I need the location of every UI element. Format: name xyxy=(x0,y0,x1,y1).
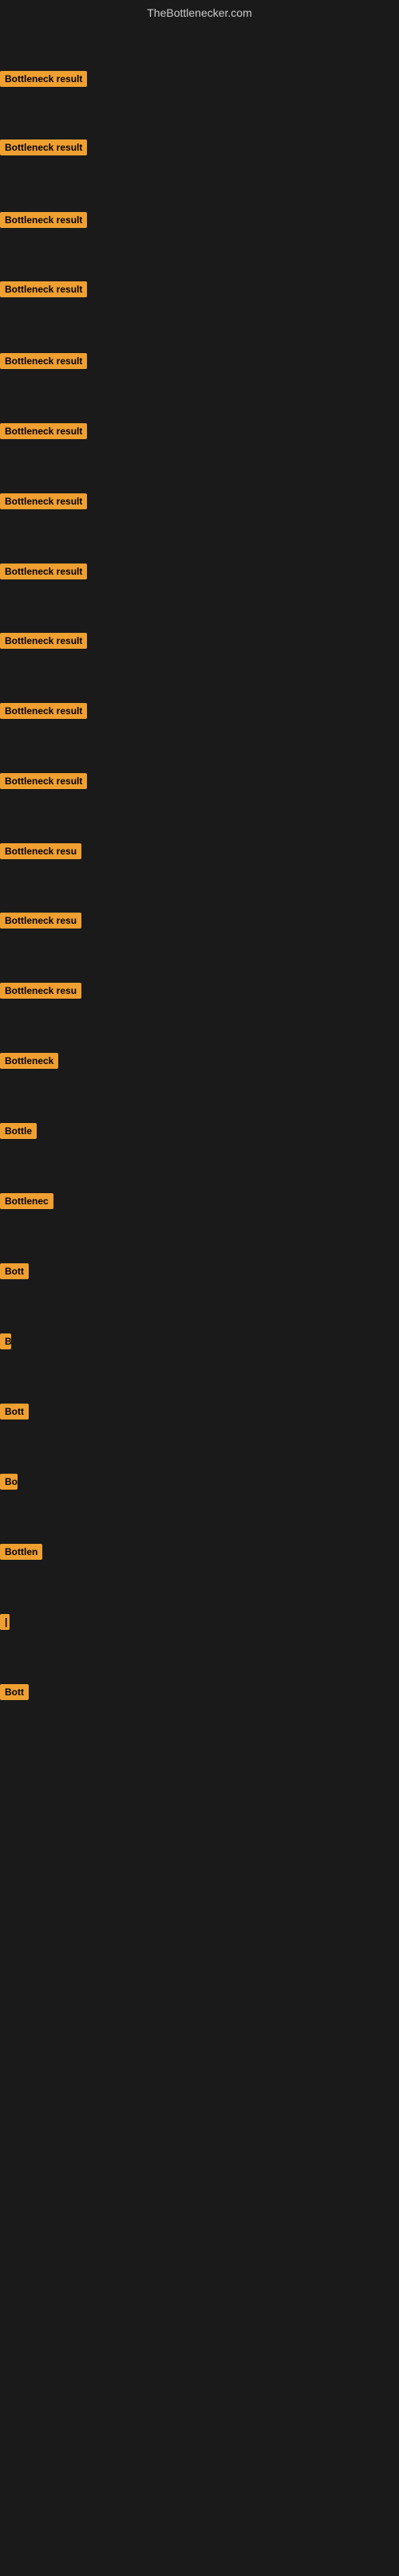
bottleneck-badge: Bottleneck result xyxy=(0,281,87,301)
badge-label: Bottleneck result xyxy=(0,703,87,719)
bottleneck-badge: Bottleneck result xyxy=(0,423,87,443)
bottleneck-badge: | xyxy=(0,1614,10,1634)
bottleneck-badge: B xyxy=(0,1333,11,1353)
badge-label: Bottleneck result xyxy=(0,564,87,579)
badge-label: Bo xyxy=(0,1474,18,1490)
badge-label: Bottleneck result xyxy=(0,71,87,87)
badge-label: | xyxy=(0,1614,10,1630)
badge-label: Bottleneck result xyxy=(0,139,87,155)
bottleneck-badge: Bottleneck resu xyxy=(0,913,81,933)
bottleneck-badge: Bo xyxy=(0,1474,18,1494)
badge-label: Bottleneck resu xyxy=(0,913,81,929)
site-title: TheBottlenecker.com xyxy=(0,0,399,26)
bottleneck-badge: Bott xyxy=(0,1404,29,1423)
badge-label: Bottleneck result xyxy=(0,493,87,509)
bottleneck-badge: Bott xyxy=(0,1263,29,1283)
badge-label: Bottleneck result xyxy=(0,423,87,439)
bottleneck-badge: Bottlenec xyxy=(0,1193,53,1213)
bottleneck-badge: Bottleneck resu xyxy=(0,843,81,863)
bottleneck-badge: Bottleneck result xyxy=(0,703,87,723)
badge-label: Bott xyxy=(0,1404,29,1420)
bottleneck-badge: Bottleneck result xyxy=(0,564,87,583)
badge-label: Bottlen xyxy=(0,1544,42,1560)
badge-label: Bottleneck result xyxy=(0,633,87,649)
badge-label: Bottleneck result xyxy=(0,212,87,228)
bottleneck-badge: Bottleneck result xyxy=(0,353,87,373)
bottleneck-badge: Bottleneck result xyxy=(0,71,87,91)
badge-label: Bottle xyxy=(0,1123,37,1139)
badge-label: Bottleneck resu xyxy=(0,843,81,859)
badge-label: Bottlenec xyxy=(0,1193,53,1209)
badge-label: Bottleneck result xyxy=(0,353,87,369)
bottleneck-badge: Bottleneck result xyxy=(0,773,87,793)
bottleneck-badge: Bottleneck xyxy=(0,1053,58,1073)
bottleneck-badge: Bottle xyxy=(0,1123,37,1143)
bottleneck-badge: Bott xyxy=(0,1684,29,1704)
badge-label: Bottleneck result xyxy=(0,281,87,297)
badge-label: Bottleneck xyxy=(0,1053,58,1069)
bottleneck-badge: Bottleneck result xyxy=(0,493,87,513)
badge-label: Bott xyxy=(0,1263,29,1279)
bottleneck-badge: Bottleneck result xyxy=(0,139,87,159)
badge-label: Bottleneck resu xyxy=(0,983,81,999)
bottleneck-badge: Bottleneck result xyxy=(0,212,87,232)
bottleneck-badge: Bottleneck resu xyxy=(0,983,81,1003)
badge-label: Bott xyxy=(0,1684,29,1700)
bottleneck-badge: Bottleneck result xyxy=(0,633,87,653)
badge-label: Bottleneck result xyxy=(0,773,87,789)
bottleneck-badge: Bottlen xyxy=(0,1544,42,1564)
badge-label: B xyxy=(0,1333,11,1349)
